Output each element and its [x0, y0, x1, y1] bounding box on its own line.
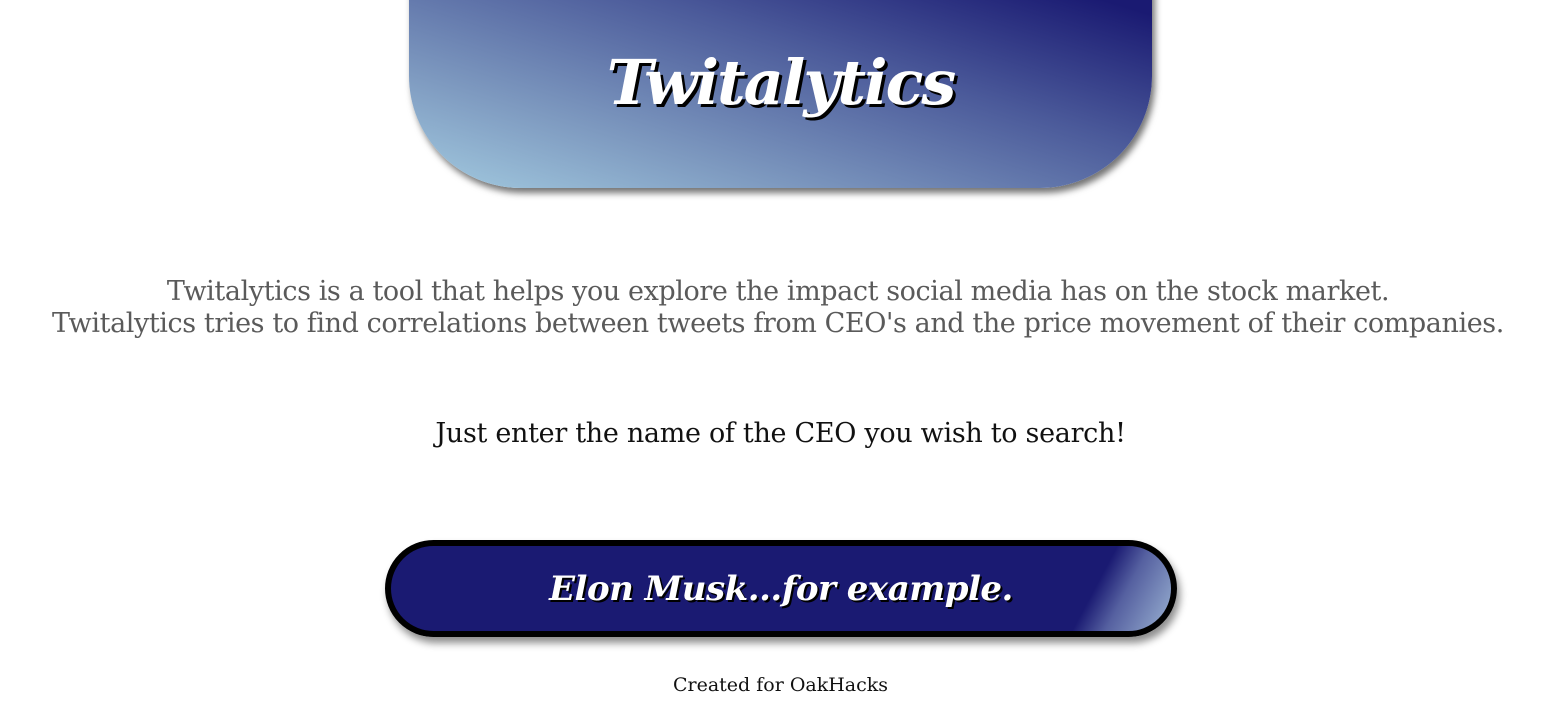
- description-line-1: Twitalytics is a tool that helps you exp…: [166, 276, 1390, 307]
- app-title: Twitalytics: [606, 46, 957, 119]
- description-line-2: Twitalytics tries to find correlations b…: [52, 308, 1504, 339]
- ceo-search-input[interactable]: [385, 540, 1177, 637]
- search-prompt: Just enter the name of the CEO you wish …: [435, 418, 1126, 449]
- app-description: Twitalytics is a tool that helps you exp…: [0, 276, 1556, 340]
- footer-credit: Created for OakHacks: [672, 674, 889, 696]
